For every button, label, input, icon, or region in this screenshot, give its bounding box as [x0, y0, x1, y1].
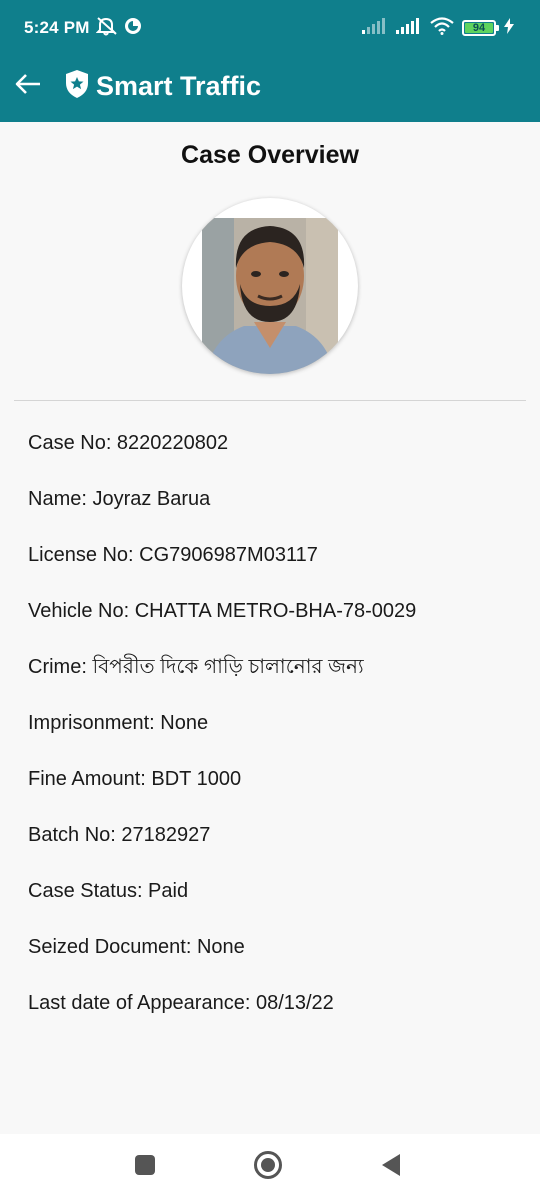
top-bar: 5:24 PM 94 Smart Traffic	[0, 0, 540, 122]
charging-icon	[504, 17, 514, 39]
offender-name: Name: Joyraz Barua	[28, 488, 211, 510]
status-right-icons: 94	[362, 16, 514, 40]
last-appearance-date: Last date of Appearance: 08/13/22	[28, 992, 334, 1014]
case-status: Case Status: Paid	[28, 880, 189, 902]
wifi-icon	[430, 16, 454, 40]
app-brand: Smart Traffic	[64, 68, 261, 104]
home-button[interactable]	[253, 1150, 283, 1185]
page-title: Case Overview	[181, 141, 359, 169]
nav-back-button[interactable]	[376, 1152, 406, 1182]
seized-document: Seized Document: None	[28, 936, 245, 958]
arrow-left-icon	[14, 73, 42, 100]
crime: Crime: বিপরীত দিকে গাড়ি চালানোর জন্য	[28, 656, 364, 678]
battery-icon: 94	[462, 20, 499, 36]
license-number: License No: CG7906987M03117	[28, 544, 318, 566]
imprisonment: Imprisonment: None	[28, 712, 209, 734]
mute-icon	[95, 16, 118, 41]
fine-amount: Fine Amount: BDT 1000	[28, 768, 242, 790]
signal-icon	[362, 17, 388, 39]
case-number: Case No: 8220220802	[28, 432, 229, 454]
status-left-icons	[95, 16, 142, 41]
status-bar: 5:24 PM 94	[0, 0, 540, 60]
home-icon	[253, 1150, 283, 1185]
vehicle-number: Vehicle No: CHATTA METRO-BHA-78-0029	[28, 600, 417, 622]
back-button[interactable]	[10, 68, 46, 104]
battery-level: 94	[472, 22, 486, 34]
batch-number: Batch No: 27182927	[28, 824, 211, 846]
signal-icon	[396, 17, 422, 39]
status-time: 5:24 PM	[24, 18, 90, 37]
app-bar: Smart Traffic	[0, 60, 540, 122]
system-nav-bar	[0, 1134, 540, 1200]
recent-apps-button[interactable]	[130, 1152, 160, 1182]
divider	[14, 400, 526, 401]
notification-icon	[124, 17, 142, 40]
case-details: Case No: 8220220802 Name: Joyraz Barua L…	[28, 430, 518, 1046]
back-triangle-icon	[380, 1153, 402, 1182]
app-title: Smart Traffic	[96, 70, 262, 101]
shield-star-icon	[64, 69, 90, 104]
avatar	[182, 198, 358, 374]
recent-apps-icon	[134, 1154, 156, 1181]
